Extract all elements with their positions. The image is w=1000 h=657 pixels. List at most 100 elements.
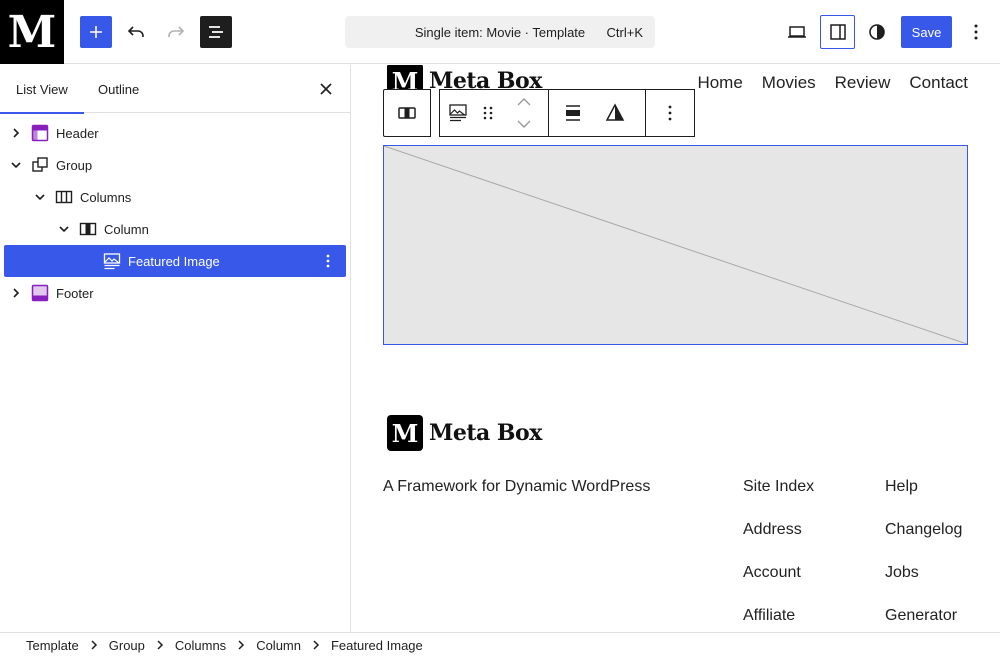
tab-outline[interactable]: Outline <box>98 65 139 113</box>
redo-icon <box>168 26 185 37</box>
block-options-button[interactable] <box>318 251 338 271</box>
chevron-right-icon[interactable] <box>8 125 24 141</box>
document-overview-button[interactable] <box>200 16 232 48</box>
redo-button[interactable] <box>160 16 192 48</box>
columns-icon <box>54 187 74 207</box>
list-item-columns[interactable]: Columns <box>4 181 346 213</box>
breadcrumb-item[interactable]: Template <box>26 638 79 653</box>
duotone-icon <box>605 103 625 121</box>
footer-links-column-1: Site Index Address Account Affiliate <box>743 478 814 632</box>
nav-link-contact[interactable]: Contact <box>909 73 968 93</box>
chevron-down-icon[interactable] <box>56 221 72 237</box>
chevron-right-icon[interactable] <box>8 285 24 301</box>
block-toolbar <box>383 89 695 137</box>
tab-list-view[interactable]: List View <box>0 65 84 114</box>
footer-icon <box>30 283 50 303</box>
undo-icon <box>127 26 144 37</box>
align-button[interactable] <box>549 90 597 136</box>
shortcut-hint: Ctrl+K <box>606 24 643 40</box>
list-item-label: Header <box>56 125 99 141</box>
list-item-featured-image[interactable]: Featured Image <box>4 245 346 277</box>
panel-tabs: List View Outline <box>0 65 350 114</box>
footer-link[interactable]: Account <box>743 564 814 607</box>
editor-canvas: M Meta Box Home Movies Review Contact M … <box>351 65 1000 632</box>
sidebar-icon <box>829 24 846 40</box>
duotone-button[interactable] <box>597 90 633 136</box>
chevron-right-icon <box>156 640 164 650</box>
site-logo[interactable]: M <box>0 0 64 64</box>
nav-link-home[interactable]: Home <box>697 73 742 93</box>
footer-link[interactable]: Changelog <box>885 521 962 564</box>
column-icon <box>78 219 98 239</box>
footer-link[interactable]: Site Index <box>743 478 814 521</box>
nav-link-review[interactable]: Review <box>835 73 891 93</box>
device-preview-button[interactable] <box>781 16 813 48</box>
document-overview-panel: List View Outline Header Group Columns C… <box>0 65 351 632</box>
undo-button[interactable] <box>120 16 152 48</box>
settings-sidebar-toggle[interactable] <box>820 15 855 49</box>
options-menu-button[interactable] <box>960 16 992 48</box>
footer-link[interactable]: Address <box>743 521 814 564</box>
site-logo-letter: M <box>7 6 57 58</box>
header-icon <box>30 123 50 143</box>
laptop-icon <box>788 26 806 38</box>
featured-image-icon <box>449 104 467 122</box>
add-block-button[interactable] <box>80 16 112 48</box>
move-up-down-icon <box>517 98 531 128</box>
footer-link[interactable]: Generator <box>885 607 962 632</box>
align-wide-icon <box>566 105 580 121</box>
styles-button[interactable] <box>861 16 893 48</box>
header-navigation: Home Movies Review Contact <box>697 73 968 93</box>
list-item-group[interactable]: Group <box>4 149 346 181</box>
column-icon <box>398 107 416 119</box>
chevron-right-icon <box>312 640 320 650</box>
move-buttons[interactable] <box>500 90 548 136</box>
kebab-icon <box>974 24 978 40</box>
breadcrumb-item[interactable]: Group <box>109 638 145 653</box>
close-icon <box>320 83 332 95</box>
plus-icon <box>90 26 102 38</box>
nav-link-movies[interactable]: Movies <box>762 73 816 93</box>
list-item-header[interactable]: Header <box>4 117 346 149</box>
list-item-label: Column <box>104 221 149 237</box>
chevron-right-icon <box>90 640 98 650</box>
block-options-button[interactable] <box>646 90 694 136</box>
chevron-down-icon[interactable] <box>8 157 24 173</box>
footer-links-column-2: Help Changelog Jobs Generator <box>885 478 962 632</box>
block-type-button[interactable] <box>440 90 476 136</box>
close-panel-button[interactable] <box>316 79 336 99</box>
featured-image-placeholder[interactable] <box>383 145 968 345</box>
group-icon <box>30 155 50 175</box>
command-palette-bar[interactable]: Single item: Movie · Template Ctrl+K <box>345 16 655 48</box>
select-parent-button[interactable] <box>383 89 431 137</box>
footer-link[interactable]: Jobs <box>885 564 962 607</box>
footer-link[interactable]: Help <box>885 478 962 521</box>
kebab-icon <box>668 105 672 121</box>
list-view-icon <box>209 26 223 38</box>
save-button[interactable]: Save <box>901 16 952 48</box>
block-toolbar-main <box>439 89 695 137</box>
placeholder-diagonal <box>384 146 967 344</box>
breadcrumb-item[interactable]: Columns <box>175 638 226 653</box>
list-item-column[interactable]: Column <box>4 213 346 245</box>
drag-handle[interactable] <box>476 90 500 136</box>
site-title: Meta Box <box>429 420 542 446</box>
list-item-label: Columns <box>80 189 132 205</box>
breadcrumb-item-current[interactable]: Featured Image <box>331 638 423 653</box>
chevron-down-icon[interactable] <box>32 189 48 205</box>
footer-site-logo[interactable]: M Meta Box <box>387 415 542 451</box>
block-breadcrumb: Template Group Columns Column Featured I… <box>0 632 1000 657</box>
chevron-right-icon <box>237 640 245 650</box>
contrast-icon <box>869 24 885 40</box>
list-item-label: Footer <box>56 285 94 301</box>
brand-mark: M <box>387 415 423 451</box>
featured-image-icon <box>102 251 122 271</box>
site-tagline: A Framework for Dynamic WordPress <box>383 478 651 495</box>
drag-handle-icon <box>483 106 493 120</box>
breadcrumb-item[interactable]: Column <box>256 638 301 653</box>
list-item-label: Group <box>56 157 93 173</box>
list-item-footer[interactable]: Footer <box>4 277 346 309</box>
footer-link[interactable]: Affiliate <box>743 607 814 632</box>
kebab-icon <box>326 254 330 268</box>
editor-top-bar: M Single item: Movie · Template Ctrl+K S… <box>0 0 1000 64</box>
